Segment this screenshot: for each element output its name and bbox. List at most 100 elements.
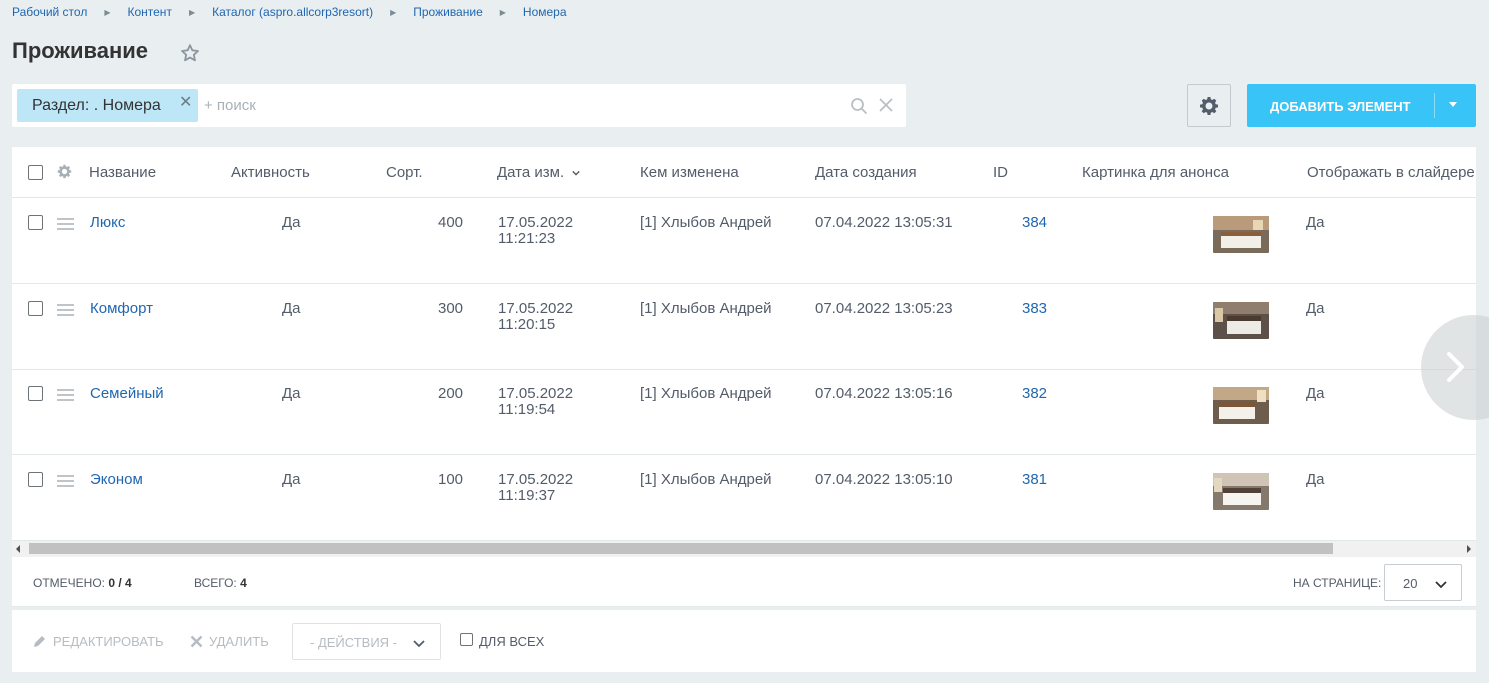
drag-handle-icon[interactable] bbox=[57, 218, 74, 230]
column-header-modified[interactable]: Дата изм. bbox=[497, 164, 580, 181]
edit-label: РЕДАКТИРОВАТЬ bbox=[53, 634, 164, 649]
row-sort: 300 bbox=[438, 300, 464, 317]
chip-close-icon[interactable]: ✕ bbox=[179, 92, 192, 112]
grid-settings-button[interactable] bbox=[1187, 84, 1231, 127]
row-modified-date: 17.05.2022 bbox=[498, 214, 574, 231]
row-sort: 200 bbox=[438, 385, 464, 402]
row-id-link[interactable]: 383 bbox=[1022, 301, 1047, 317]
edit-button[interactable]: РЕДАКТИРОВАТЬ bbox=[32, 634, 164, 649]
room-thumbnail-image[interactable] bbox=[1213, 302, 1269, 339]
table-row[interactable]: Люкс Да 400 17.05.2022 11:21:23 [1] Хлыбо… bbox=[12, 198, 1476, 284]
row-sort: 400 bbox=[438, 214, 464, 231]
breadcrumb-desktop[interactable]: Рабочий стол bbox=[12, 5, 87, 19]
breadcrumb-rooms[interactable]: Номера bbox=[523, 5, 567, 19]
room-thumbnail-image[interactable] bbox=[1213, 387, 1269, 424]
breadcrumb-accommodation[interactable]: Проживание bbox=[413, 5, 483, 19]
room-thumbnail-image[interactable] bbox=[1213, 216, 1269, 253]
row-active: Да bbox=[282, 385, 301, 402]
row-active: Да bbox=[282, 214, 301, 231]
horizontal-scrollbar[interactable] bbox=[12, 541, 1476, 556]
delete-x-icon bbox=[190, 635, 203, 648]
row-created: 07.04.2022 13:05:10 bbox=[815, 471, 953, 488]
column-header-name[interactable]: Название bbox=[89, 164, 156, 181]
breadcrumb: Рабочий стол ▶ Контент ▶ Каталог (aspro.… bbox=[12, 5, 567, 19]
row-checkbox[interactable] bbox=[28, 472, 43, 487]
breadcrumb-separator-icon: ▶ bbox=[499, 7, 506, 17]
breadcrumb-separator-icon: ▶ bbox=[188, 7, 196, 17]
chevron-down-icon bbox=[413, 640, 425, 648]
for-all-checkbox[interactable] bbox=[460, 633, 473, 646]
row-modified-date: 17.05.2022 bbox=[498, 385, 574, 402]
row-modified-by: [1] Хлыбов Андрей bbox=[640, 214, 772, 231]
columns-settings-icon[interactable] bbox=[57, 164, 72, 179]
row-modified-time: 11:20:15 bbox=[498, 316, 556, 333]
column-header-show-in-slider[interactable]: Отображать в слайдере bbox=[1307, 164, 1475, 181]
drag-handle-icon[interactable] bbox=[57, 389, 74, 401]
search-input[interactable] bbox=[204, 94, 824, 116]
table-row[interactable]: Семейный Да 200 17.05.2022 11:19:54 [1] Х… bbox=[12, 369, 1476, 455]
room-thumbnail-image[interactable] bbox=[1213, 473, 1269, 510]
column-header-created[interactable]: Дата создания bbox=[815, 164, 917, 181]
per-page-label: НА СТРАНИЦЕ: bbox=[1293, 576, 1382, 590]
delete-button[interactable]: УДАЛИТЬ bbox=[190, 634, 269, 649]
row-created: 07.04.2022 13:05:16 bbox=[815, 385, 953, 402]
row-slider: Да bbox=[1306, 471, 1325, 488]
row-modified-date: 17.05.2022 bbox=[498, 300, 574, 317]
scroll-left-arrow-icon[interactable] bbox=[16, 545, 20, 553]
filter-chip-section[interactable]: Раздел: . Номера bbox=[17, 89, 198, 122]
for-all-label: ДЛЯ ВСЕХ bbox=[479, 634, 545, 649]
favorite-star-icon[interactable] bbox=[179, 42, 201, 64]
actions-select[interactable]: - ДЕЙСТВИЯ - bbox=[292, 623, 441, 660]
column-header-modified-by[interactable]: Кем изменена bbox=[640, 164, 739, 181]
table-row[interactable]: Эконом Да 100 17.05.2022 11:19:37 [1] Хлы… bbox=[12, 455, 1476, 541]
search-icon[interactable] bbox=[850, 97, 868, 115]
row-name-link[interactable]: Эконом bbox=[90, 472, 143, 488]
add-menu-caret-icon[interactable] bbox=[1449, 102, 1457, 107]
row-sort: 100 bbox=[438, 471, 464, 488]
row-checkbox[interactable] bbox=[28, 301, 43, 316]
button-divider bbox=[1434, 93, 1435, 118]
chevron-down-icon bbox=[1435, 581, 1447, 589]
total-label: ВСЕГО: bbox=[194, 576, 237, 590]
breadcrumb-separator-icon: ▶ bbox=[390, 7, 397, 17]
row-created: 07.04.2022 13:05:23 bbox=[815, 300, 953, 317]
row-slider: Да bbox=[1306, 300, 1325, 317]
filter-chip-label: Раздел: . Номера bbox=[32, 96, 161, 114]
scrollbar-thumb[interactable] bbox=[29, 543, 1333, 554]
column-header-modified-label: Дата изм. bbox=[497, 164, 565, 181]
checked-label: ОТМЕЧЕНО: bbox=[33, 576, 105, 590]
row-modified-date: 17.05.2022 bbox=[498, 471, 574, 488]
column-header-id[interactable]: ID bbox=[993, 164, 1008, 181]
row-name-link[interactable]: Люкс bbox=[90, 215, 125, 231]
clear-search-icon[interactable] bbox=[878, 97, 894, 113]
row-modified-by: [1] Хлыбов Андрей bbox=[640, 300, 772, 317]
table-row[interactable]: Комфорт Да 300 17.05.2022 11:20:15 [1] Хл… bbox=[12, 284, 1476, 370]
row-modified-time: 11:21:23 bbox=[498, 230, 556, 247]
row-name-link[interactable]: Комфорт bbox=[90, 301, 153, 317]
breadcrumb-content[interactable]: Контент bbox=[127, 5, 171, 19]
column-header-active[interactable]: Активность bbox=[231, 164, 310, 181]
column-header-preview-image[interactable]: Картинка для анонса bbox=[1082, 164, 1229, 181]
row-active: Да bbox=[282, 471, 301, 488]
row-slider: Да bbox=[1306, 214, 1325, 231]
row-checkbox[interactable] bbox=[28, 215, 43, 230]
row-name-link[interactable]: Семейный bbox=[90, 386, 164, 402]
select-all-checkbox[interactable] bbox=[28, 165, 43, 180]
scroll-right-arrow-icon[interactable] bbox=[1467, 545, 1471, 553]
row-id-link[interactable]: 381 bbox=[1022, 472, 1047, 488]
row-modified: 17.05.2022 11:21:23 bbox=[498, 215, 573, 247]
column-header-sort[interactable]: Сорт. bbox=[386, 164, 423, 181]
actions-select-value: - ДЕЙСТВИЯ - bbox=[310, 635, 398, 650]
gear-icon bbox=[1200, 96, 1218, 115]
per-page-select[interactable]: 20 bbox=[1384, 564, 1462, 601]
row-id-link[interactable]: 382 bbox=[1022, 386, 1047, 402]
row-checkbox[interactable] bbox=[28, 386, 43, 401]
drag-handle-icon[interactable] bbox=[57, 304, 74, 316]
add-element-button[interactable]: ДОБАВИТЬ ЭЛЕМЕНТ bbox=[1247, 84, 1476, 127]
filter-search-box: Раздел: . Номера ✕ bbox=[12, 84, 906, 127]
group-actions-bar: РЕДАКТИРОВАТЬ УДАЛИТЬ - ДЕЙСТВИЯ - ДЛЯ В… bbox=[12, 610, 1476, 672]
drag-handle-icon[interactable] bbox=[57, 475, 74, 487]
breadcrumb-catalog[interactable]: Каталог (aspro.allcorp3resort) bbox=[212, 5, 373, 19]
row-id-link[interactable]: 384 bbox=[1022, 215, 1047, 231]
grid-header: Название Активность Сорт. Дата изм. Кем … bbox=[12, 147, 1476, 198]
